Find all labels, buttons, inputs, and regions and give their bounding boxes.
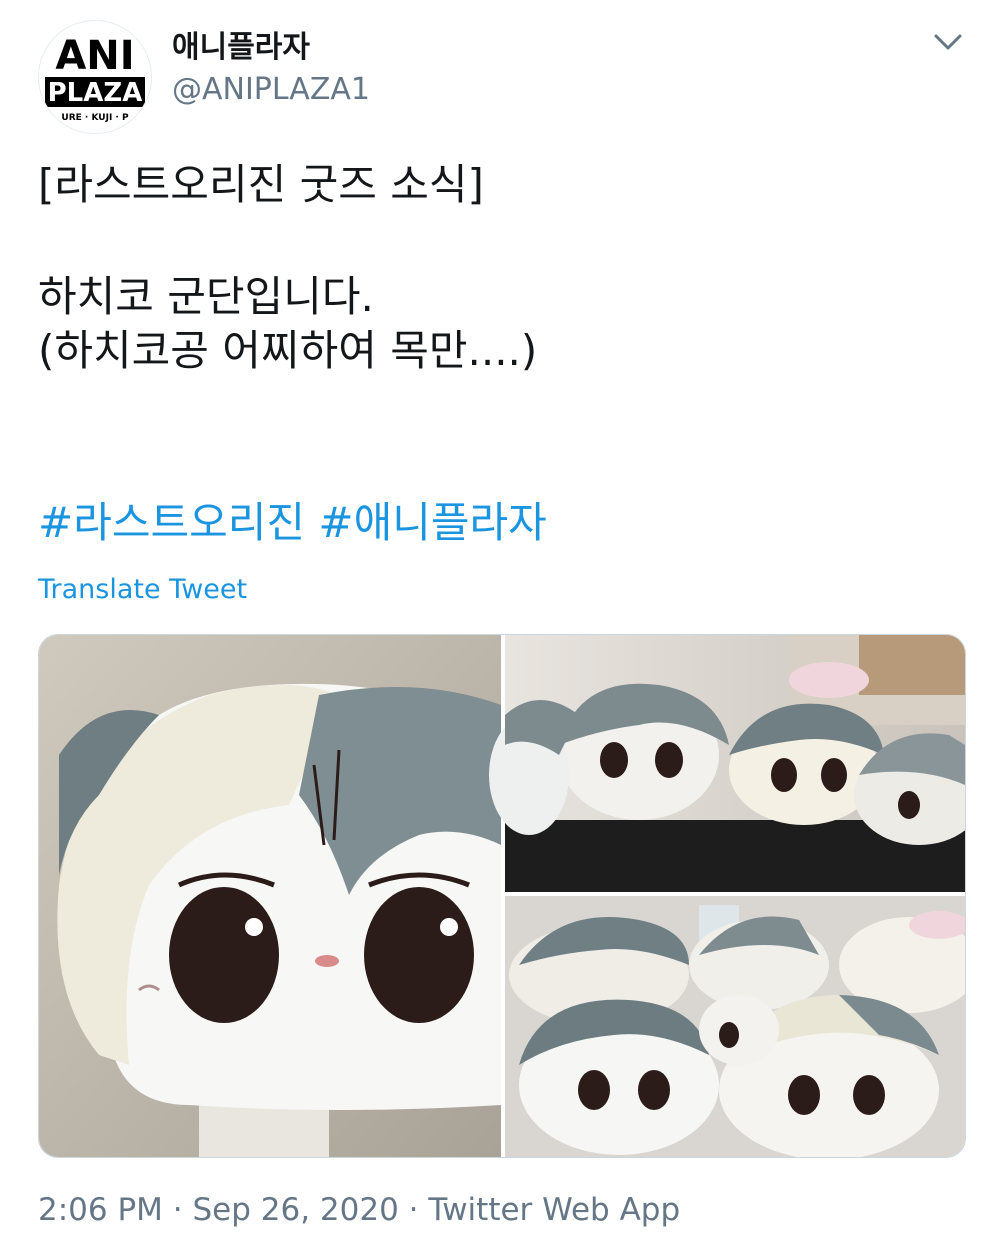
display-name[interactable]: 애니플라자 — [172, 22, 310, 66]
more-options-button[interactable] — [928, 26, 968, 60]
plush-group-photo-2[interactable] — [505, 896, 965, 1157]
chevron-down-icon — [934, 34, 962, 50]
hashtag-row: #라스트오리진 #애니플라자 — [38, 496, 547, 550]
plush-closeup-photo[interactable] — [39, 635, 501, 1157]
tweet-time[interactable]: 2:06 PM — [38, 1192, 163, 1228]
hashtag-link[interactable]: #애니플라자 — [318, 498, 546, 547]
translate-tweet-link[interactable]: Translate Tweet — [38, 574, 247, 605]
avatar[interactable]: ANI PLAZA URE · KUJI · P — [38, 20, 152, 134]
tweet-date[interactable]: Sep 26, 2020 — [192, 1192, 398, 1228]
tweet-text: [라스트오리진 굿즈 소식] 하치코 군단입니다. (하치코공 어찌하여 목만.… — [38, 158, 958, 378]
svg-text:URE · KUJI · P: URE · KUJI · P — [61, 113, 129, 123]
svg-text:ANI: ANI — [55, 33, 134, 79]
meta-separator: · — [162, 1192, 193, 1228]
tweet-meta: 2:06 PM · Sep 26, 2020 · Twitter Web App — [38, 1192, 680, 1228]
user-handle[interactable]: @ANIPLAZA1 — [172, 72, 370, 107]
tweet-line: 하치코 군단입니다. — [38, 272, 374, 321]
aniplaza-logo: ANI PLAZA URE · KUJI · P — [39, 21, 151, 133]
hashtag-link[interactable]: #라스트오리진 — [38, 498, 305, 547]
meta-separator: · — [398, 1192, 429, 1228]
tweet-line — [38, 212, 958, 266]
tweet-line: (하치코공 어찌하여 목만....) — [38, 326, 538, 375]
plush-group-photo-1[interactable] — [489, 635, 965, 892]
svg-text:PLAZA: PLAZA — [48, 78, 143, 108]
tweet-line: [라스트오리진 굿즈 소식] — [38, 160, 484, 209]
tweet-source[interactable]: Twitter Web App — [428, 1192, 680, 1228]
media-grid — [38, 634, 966, 1158]
